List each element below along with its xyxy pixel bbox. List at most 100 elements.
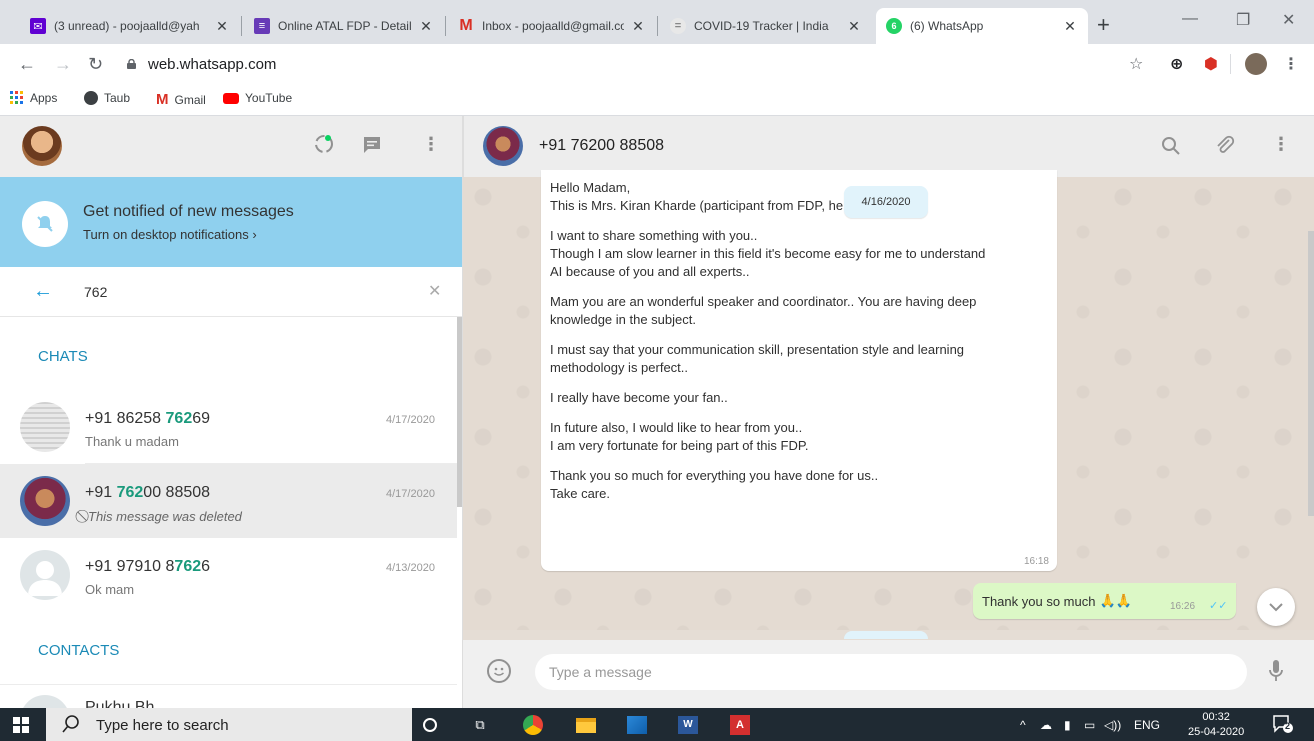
chat-list-pane: ⋮ Get notified of new messages Turn on d… (0, 116, 463, 708)
new-tab-button[interactable]: + (1097, 14, 1110, 36)
bookmark-youtube[interactable]: YouTube (223, 91, 292, 105)
message-composer (463, 640, 1314, 708)
new-chat-icon[interactable] (362, 135, 382, 155)
emoji-icon[interactable] (487, 659, 511, 683)
status-icon[interactable] (313, 133, 335, 155)
attach-icon[interactable] (1214, 134, 1236, 156)
close-icon[interactable]: ✕ (1062, 18, 1078, 35)
search-icon (62, 715, 79, 733)
minimize-icon[interactable]: — (1182, 10, 1198, 28)
message-body: Hello Madam, This is Mrs. Kiran Kharde (p… (550, 179, 1048, 503)
list-item[interactable]: +91 86258 76269 4/17/2020 Thank u madam (0, 390, 457, 464)
browser-menu-icon[interactable]: ⋮ (1283, 54, 1299, 74)
cortana-icon[interactable] (418, 713, 442, 737)
tab-gmail-inbox[interactable]: M Inbox - poojaalld@gmail.co ✕ (448, 8, 656, 44)
volume-icon[interactable]: ◁)) (1104, 718, 1121, 732)
file-explorer-icon[interactable] (574, 713, 598, 737)
avatar[interactable] (483, 126, 523, 166)
notification-bell-off-icon (22, 201, 68, 247)
list-item[interactable]: +91 76200 88508 4/17/2020 ⃠ This message… (0, 464, 457, 538)
outgoing-message[interactable]: Thank you so much 🙏🙏 16:26 ✓✓ (973, 583, 1236, 619)
contact-name[interactable]: +91 76200 88508 (539, 137, 664, 155)
lock-icon (127, 59, 136, 69)
scroll-down-button[interactable] (1257, 588, 1295, 626)
notification-link[interactable]: Turn on desktop notifications › (83, 227, 257, 242)
tab-title: COVID-19 Tracker | India (694, 19, 829, 33)
clock-time: 00:32 (1202, 711, 1230, 723)
conversation-pane: +91 76200 88508 ⋮ Hello Madam, This is Mr… (463, 116, 1314, 708)
message-line: This is Mrs. Kiran Kharde (participant f… (550, 198, 855, 213)
photos-icon[interactable] (625, 713, 649, 737)
tab-covid-tracker[interactable]: = COVID-19 Tracker | India ✕ (660, 8, 872, 44)
toolbar-divider (1230, 54, 1231, 74)
apps-grid-icon (10, 91, 23, 104)
pdf-reader-icon[interactable]: A (728, 713, 752, 737)
restore-icon[interactable]: ❐ (1236, 10, 1250, 30)
chat-name-part: +91 (85, 484, 117, 501)
message-input[interactable] (535, 654, 1247, 690)
menu-icon[interactable]: ⋮ (422, 134, 440, 155)
profile-avatar[interactable] (1245, 53, 1267, 75)
task-view-icon[interactable]: ⧉ (468, 713, 492, 737)
forward-arrow-icon[interactable]: → (54, 54, 72, 74)
chat-date: 4/13/2020 (386, 562, 435, 574)
language-indicator[interactable]: ENG (1134, 718, 1160, 732)
avatar[interactable] (22, 126, 62, 166)
onedrive-icon[interactable]: ☁ (1040, 718, 1052, 732)
address-bar[interactable]: web.whatsapp.com (148, 56, 276, 73)
clock-date: 25-04-2020 (1188, 726, 1245, 738)
avatar (20, 476, 70, 526)
avatar (20, 695, 70, 708)
clear-search-icon[interactable]: ✕ (428, 281, 441, 301)
whatsapp-icon: 6 (886, 18, 902, 34)
windows-start-icon[interactable] (13, 717, 29, 733)
action-center-icon[interactable]: 2 (1272, 714, 1294, 734)
taskbar-search[interactable]: Type here to search (46, 708, 412, 741)
deleted-message-text: This message was deleted (88, 508, 242, 524)
word-icon[interactable]: W (676, 713, 700, 737)
back-arrow-icon[interactable]: ← (33, 280, 53, 303)
message-line: knowledge in the subject. (550, 312, 696, 327)
close-icon[interactable]: ✕ (630, 18, 646, 35)
tab-atal-fdp[interactable]: ≡ Online ATAL FDP - Details R ✕ (244, 8, 444, 44)
chrome-icon[interactable] (521, 713, 545, 737)
usb-icon[interactable]: ▮ (1064, 718, 1071, 732)
menu-icon[interactable]: ⋮ (1272, 134, 1290, 155)
globe-icon (84, 91, 98, 105)
chat-date: 4/17/2020 (386, 488, 435, 500)
bookmark-star-icon[interactable]: ☆ (1129, 54, 1143, 74)
tab-whatsapp[interactable]: 6 (6) WhatsApp ✕ (876, 8, 1088, 44)
close-icon[interactable]: ✕ (846, 18, 862, 35)
microphone-icon[interactable] (1269, 659, 1283, 683)
bookmark-label: Apps (30, 91, 58, 105)
search-icon[interactable] (1161, 136, 1181, 156)
tray-chevron-icon[interactable]: ^ (1020, 718, 1026, 732)
tab-yahoo-mail[interactable]: ✉ (3 unread) - poojaalld@yah ✕ (20, 8, 240, 44)
chat-name-part: +91 86258 (85, 410, 166, 427)
message-line: Though I am slow learner in this field i… (550, 246, 986, 261)
reload-icon[interactable]: ↻ (88, 54, 103, 74)
extension-icon[interactable]: ⬢ (1204, 54, 1218, 74)
close-icon[interactable]: ✕ (418, 18, 434, 35)
list-item[interactable]: Pukhu Bh... (0, 684, 457, 708)
bookmark-taub[interactable]: Taub (84, 91, 130, 105)
system-clock[interactable]: 00:32 25-04-2020 (1188, 710, 1244, 740)
bookmark-gmail[interactable]: M Gmail (156, 91, 206, 108)
contacts-section-label: CONTACTS (38, 642, 120, 659)
scrollbar[interactable] (1308, 231, 1314, 516)
tab-title: Inbox - poojaalld@gmail.co (482, 19, 624, 33)
zoom-icon[interactable]: ⊕ (1170, 54, 1183, 74)
incoming-message[interactable]: Hello Madam, This is Mrs. Kiran Kharde (p… (541, 170, 1057, 571)
message-line: In future also, I would like to hear fro… (550, 420, 803, 435)
search-input[interactable]: 762 (84, 284, 107, 300)
battery-icon[interactable]: ▭ (1084, 718, 1095, 732)
close-icon[interactable]: ✕ (214, 18, 230, 35)
notification-banner[interactable]: Get notified of new messages Turn on des… (0, 177, 462, 267)
bookmark-apps[interactable]: Apps (10, 91, 57, 105)
list-item[interactable]: +91 97910 87626 4/13/2020 Ok mam (0, 538, 457, 612)
chat-name-part: +91 97910 8 (85, 558, 175, 575)
back-arrow-icon[interactable]: ← (18, 54, 36, 74)
chat-preview: Ok mam (85, 582, 135, 597)
window-close-icon[interactable]: ✕ (1282, 10, 1295, 30)
